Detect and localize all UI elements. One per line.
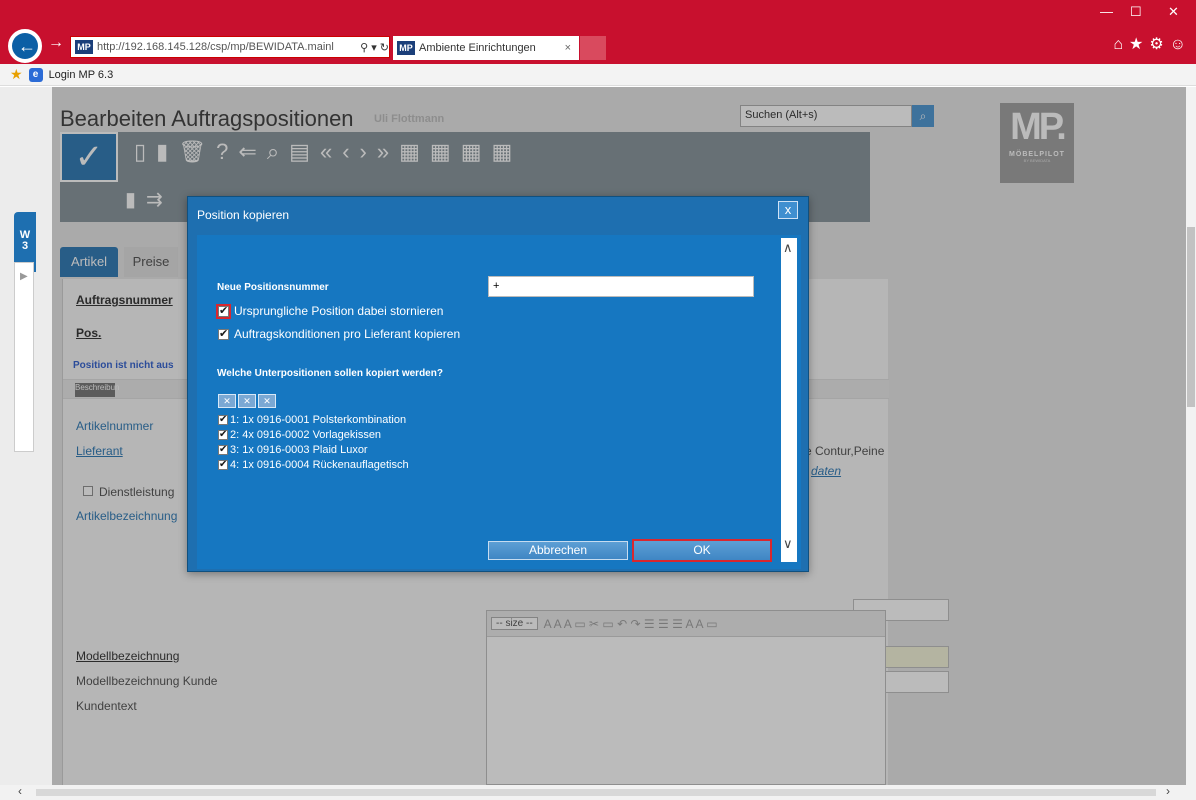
item-checkbox[interactable] [218,428,228,442]
minimize-icon[interactable]: — [1100,4,1113,19]
left-panel-toggle[interactable]: ▶ [14,262,34,452]
dialog-title: Position kopieren [197,208,290,222]
tab-title: Ambiente Einrichtungen [419,42,536,54]
forward-icon[interactable]: → [48,34,64,52]
address-bar[interactable]: MP http://192.168.145.128/csp/mp/BEWIDAT… [70,36,390,58]
search-icon[interactable]: ⚲ ▾ ↻ [360,41,389,54]
neue-positionsnummer-label: Neue Positionsnummer [217,282,329,293]
back-button[interactable]: ← [8,29,42,63]
dialog-body: Neue Positionsnummer + Ursprungliche Pos… [197,235,801,569]
scroll-up-icon[interactable]: ∧ [783,240,793,256]
stornieren-option[interactable]: Ursprungliche Position dabei stornieren [216,303,444,319]
mp-favicon-icon: MP [75,40,93,54]
deselect-all-icon[interactable]: ✕ [258,394,276,408]
dialog-scrollbar[interactable]: ∧ ∨ [781,238,797,562]
konditionen-checkbox[interactable] [218,327,229,340]
favorites-bar: ★ e Login MP 6.3 [0,64,1196,86]
ok-button[interactable]: OK [632,539,772,562]
scroll-down-icon[interactable]: ∨ [783,536,793,552]
konditionen-option[interactable]: Auftragskonditionen pro Lieferant kopier… [218,327,460,341]
favorites-star-icon[interactable]: ★ [10,66,23,83]
stornieren-checkbox[interactable] [216,303,231,319]
selection-buttons: ✕ ✕ ✕ [218,394,276,408]
ie-icon: e [28,67,43,82]
back-arrow-icon: ← [18,36,36,56]
scroll-right-icon[interactable]: › [1166,784,1170,798]
chevron-right-icon: ▶ [20,271,28,282]
list-item[interactable]: 2: 4x 0916-0002 Vorlagekissen [218,428,409,442]
address-url[interactable]: http://192.168.145.128/csp/mp/BEWIDATA.m… [97,41,334,53]
list-item[interactable]: 4: 1x 0916-0004 Rückenauflagetisch [218,458,409,472]
mp-favicon-icon: MP [397,41,415,55]
stornieren-label: Ursprungliche Position dabei stornieren [234,304,444,318]
list-item[interactable]: 1: 1x 0916-0001 Polsterkombination [218,413,409,427]
scroll-thumb[interactable] [36,789,1156,796]
browser-tab[interactable]: MP Ambiente Einrichtungen × [393,36,579,60]
home-favorites-settings-icons[interactable]: ⌂★⚙☺ [1113,34,1192,54]
invert-selection-icon[interactable]: ✕ [238,394,256,408]
unterpositionen-label: Welche Unterpositionen sollen kopiert we… [217,368,443,379]
item-checkbox[interactable] [218,443,228,457]
close-window-icon[interactable]: ✕ [1168,4,1179,20]
copy-position-dialog: Position kopieren x Neue Positionsnummer… [187,196,809,572]
favorite-link[interactable]: Login MP 6.3 [49,69,114,81]
close-icon[interactable]: x [778,201,798,219]
positionsnummer-input[interactable]: + [488,276,754,297]
maximize-icon[interactable]: ☐ [1130,4,1142,20]
unterpositionen-list: 1: 1x 0916-0001 Polsterkombination 2: 4x… [218,413,409,472]
browser-titlebar: ← → MP http://192.168.145.128/csp/mp/BEW… [0,0,1196,64]
close-tab-icon[interactable]: × [565,42,571,54]
item-checkbox[interactable] [218,413,228,427]
scroll-thumb[interactable] [1187,227,1195,407]
select-all-icon[interactable]: ✕ [218,394,236,408]
list-item[interactable]: 3: 1x 0916-0003 Plaid Luxor [218,443,409,457]
cancel-button[interactable]: Abbrechen [488,541,628,560]
scroll-left-icon[interactable]: ‹ [18,784,22,798]
horizontal-scrollbar[interactable]: ‹ › [0,784,1196,800]
item-checkbox[interactable] [218,458,228,472]
vertical-scrollbar[interactable] [1186,87,1196,785]
konditionen-label: Auftragskonditionen pro Lieferant kopier… [234,327,461,341]
new-tab-button[interactable] [580,36,606,60]
